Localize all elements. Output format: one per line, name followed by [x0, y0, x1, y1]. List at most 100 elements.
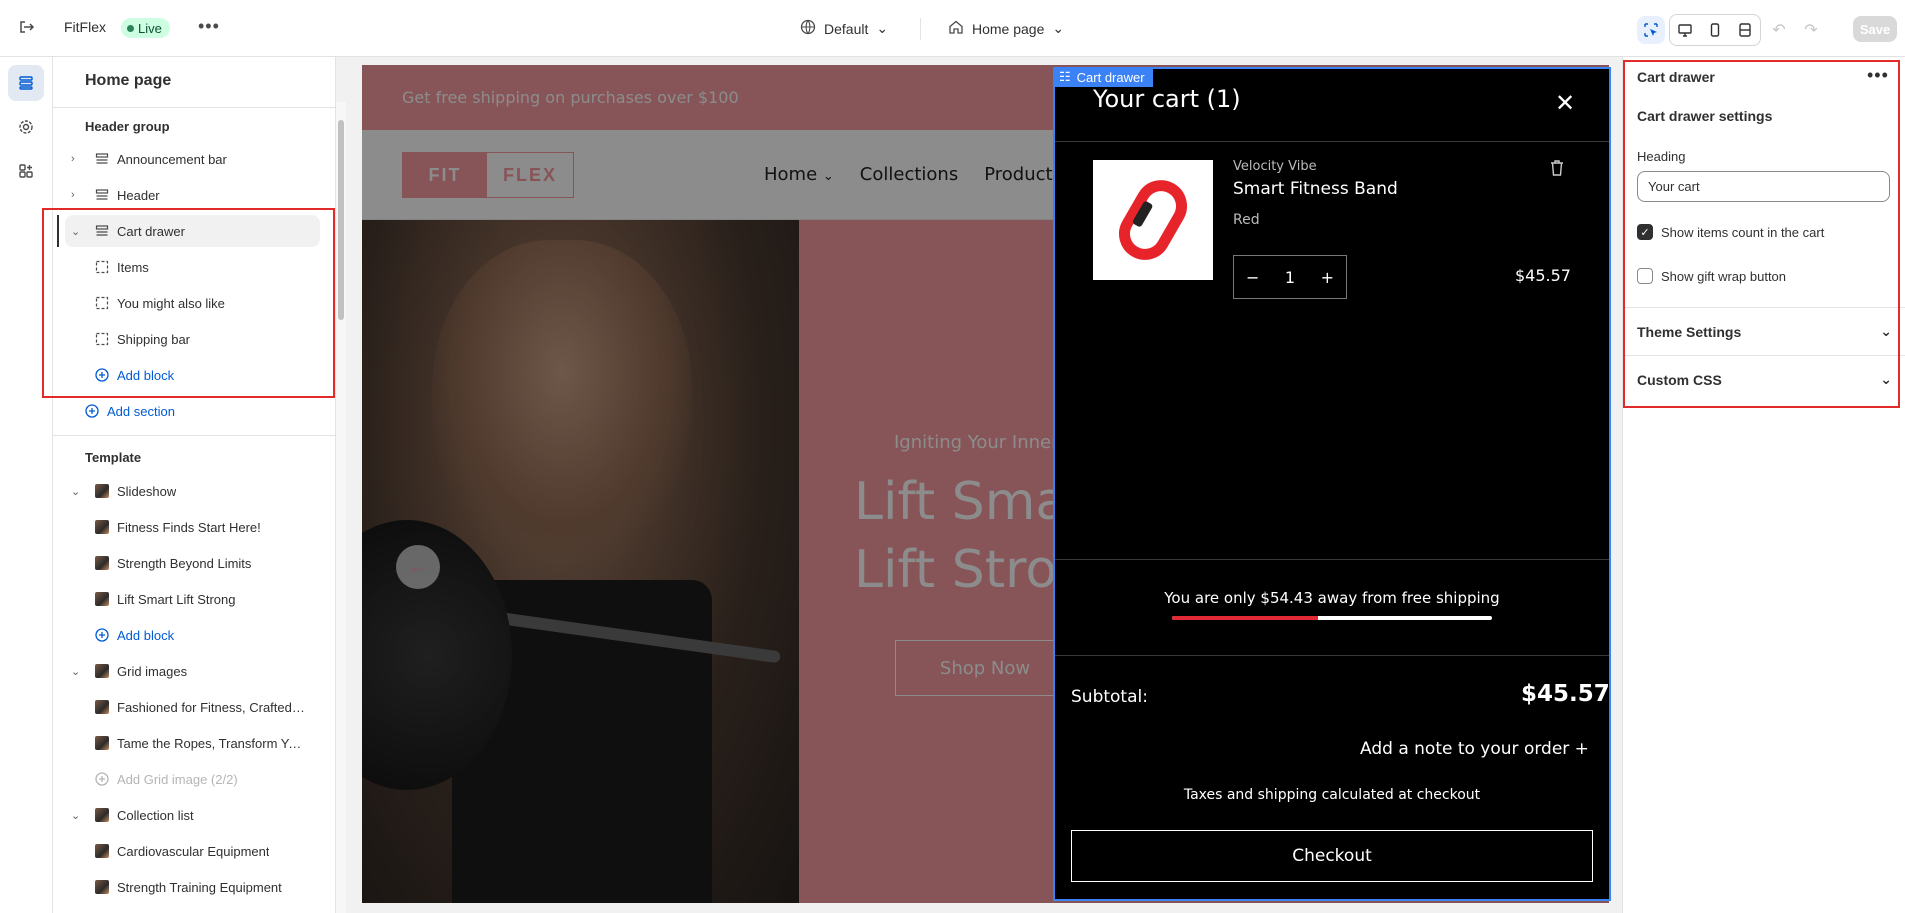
block-items[interactable]: Items [65, 251, 320, 283]
section-slideshow[interactable]: ⌄ Slideshow [65, 475, 320, 507]
show-items-count-option[interactable]: ✓ Show items count in the cart [1637, 224, 1824, 240]
block-label: Fashioned for Fitness, Crafted for You [117, 699, 307, 715]
add-block-button[interactable]: Add block [65, 359, 320, 391]
grid-image-item[interactable]: Tame the Ropes, Transform Your Body [65, 727, 320, 759]
section-collection-list[interactable]: ⌄ Collection list [65, 799, 320, 831]
chevron-right-icon[interactable]: › [71, 153, 85, 165]
divider [920, 18, 921, 40]
accordion-label: Custom CSS [1637, 371, 1722, 388]
chevron-down-icon: ⌄ [1880, 371, 1892, 387]
sidebar-scrollbar[interactable] [336, 102, 346, 913]
sections-sidebar: Home page Header group › Announcement ba… [53, 57, 336, 913]
chevron-right-icon[interactable]: › [71, 189, 85, 201]
image-block-icon [95, 736, 109, 750]
product-image[interactable] [1093, 160, 1213, 280]
collection-item[interactable]: Strength Training Equipment [65, 871, 320, 903]
settings-panel: Cart drawer ••• Cart drawer settings Hea… [1622, 57, 1905, 913]
add-block-label: Add block [117, 367, 175, 383]
checkbox[interactable] [1637, 268, 1653, 284]
option-label: Show items count in the cart [1661, 224, 1825, 240]
more-actions-icon[interactable]: ••• [198, 16, 220, 37]
full-width-icon[interactable] [1731, 16, 1759, 44]
image-block-icon [95, 844, 109, 858]
block-label: Tame the Ropes, Transform Your Body [117, 735, 307, 751]
plus-icon[interactable]: + [1321, 268, 1334, 287]
trash-icon[interactable] [1549, 159, 1565, 181]
checkout-button[interactable]: Checkout [1071, 830, 1593, 882]
section-cart-drawer[interactable]: ⌄ Cart drawer [65, 215, 320, 247]
slide-item[interactable]: Strength Beyond Limits [65, 547, 320, 579]
slide-item[interactable]: Lift Smart Lift Strong [65, 583, 320, 615]
section-icon [95, 152, 109, 166]
cart-drawer: Your cart (1) ✕ Velocity Vibe Smart Fitn… [1053, 67, 1611, 901]
theme-select-label: Default [824, 20, 869, 37]
block-label: Strength Training Equipment [117, 879, 282, 895]
chevron-down-icon[interactable]: ⌄ [71, 225, 85, 238]
add-grid-image-button[interactable]: Add Grid image (2/2) [65, 763, 320, 795]
add-block-label: Add block [117, 627, 175, 643]
accordion-label: Theme Settings [1637, 323, 1742, 340]
image-block-icon [95, 556, 109, 570]
section-announcement-bar[interactable]: › Announcement bar [65, 143, 320, 175]
theme-settings-accordion[interactable]: Theme Settings ⌄ [1623, 307, 1905, 355]
chevron-down-icon[interactable]: ⌄ [71, 665, 85, 678]
status-dot-icon [127, 24, 134, 32]
settings-gear-icon[interactable] [8, 109, 44, 145]
block-icon [95, 260, 109, 274]
add-section-button[interactable]: Add section [65, 395, 320, 427]
custom-css-accordion[interactable]: Custom CSS ⌄ [1623, 355, 1905, 403]
collection-item[interactable]: Cardiovascular Equipment [65, 835, 320, 867]
heading-field[interactable] [1637, 171, 1890, 202]
inspector-icon[interactable] [1637, 16, 1665, 44]
section-icon [95, 224, 109, 238]
desktop-icon[interactable] [1671, 16, 1699, 44]
section-label: Cart drawer [117, 223, 185, 239]
grid-image-item[interactable]: Fashioned for Fitness, Crafted for You [65, 691, 320, 723]
add-grid-image-label: Add Grid image (2/2) [117, 771, 238, 787]
image-section-icon [95, 664, 109, 678]
show-gift-wrap-option[interactable]: Show gift wrap button [1637, 268, 1786, 284]
undo-icon[interactable]: ↶ [1765, 16, 1793, 44]
save-button[interactable]: Save [1853, 16, 1897, 42]
home-icon [948, 19, 964, 38]
redo-icon[interactable]: ↷ [1797, 16, 1825, 44]
chevron-down-icon[interactable]: ⌄ [71, 809, 85, 822]
quantity-value[interactable]: 1 [1285, 268, 1295, 287]
chevron-down-icon[interactable]: ⌄ [71, 485, 85, 498]
image-section-icon [95, 484, 109, 498]
apps-icon[interactable] [8, 153, 44, 189]
minus-icon[interactable]: − [1246, 268, 1259, 287]
left-rail [0, 57, 53, 913]
image-block-icon [95, 700, 109, 714]
add-block-button[interactable]: Add block [65, 619, 320, 651]
product-variant: Red [1233, 212, 1260, 228]
section-header[interactable]: › Header [65, 179, 320, 211]
exit-icon[interactable] [18, 18, 38, 38]
chevron-down-icon: ⌄ [876, 20, 889, 36]
checkbox-checked[interactable]: ✓ [1637, 224, 1653, 240]
close-icon[interactable]: ✕ [1555, 89, 1575, 117]
section-grid-images[interactable]: ⌄ Grid images [65, 655, 320, 687]
selection-indicator [57, 215, 59, 247]
header-group-label: Header group [85, 119, 170, 134]
slide-item[interactable]: Fitness Finds Start Here! [65, 511, 320, 543]
scrollbar-thumb[interactable] [338, 120, 344, 320]
sections-icon[interactable] [8, 65, 44, 101]
image-section-icon [95, 808, 109, 822]
cart-heading: Your cart (1) [1093, 85, 1241, 113]
theme-select[interactable]: Default ⌄ [800, 19, 888, 38]
mobile-icon[interactable] [1701, 16, 1729, 44]
page-select[interactable]: Home page ⌄ [948, 19, 1064, 38]
block-you-might-also-like[interactable]: You might also like [65, 287, 320, 319]
product-name[interactable]: Smart Fitness Band [1233, 179, 1398, 199]
globe-icon [800, 19, 816, 38]
block-shipping-bar[interactable]: Shipping bar [65, 323, 320, 355]
cart-drawer-tag-label: Cart drawer [1076, 69, 1145, 85]
option-label: Show gift wrap button [1661, 268, 1787, 284]
fitness-band-image [1109, 170, 1197, 270]
block-label: You might also like [117, 295, 225, 311]
more-actions-icon[interactable]: ••• [1867, 65, 1889, 86]
template-group-label: Template [85, 450, 142, 465]
add-note-link[interactable]: Add a note to your order + [1360, 739, 1589, 759]
settings-section-title: Cart drawer settings [1637, 108, 1773, 124]
